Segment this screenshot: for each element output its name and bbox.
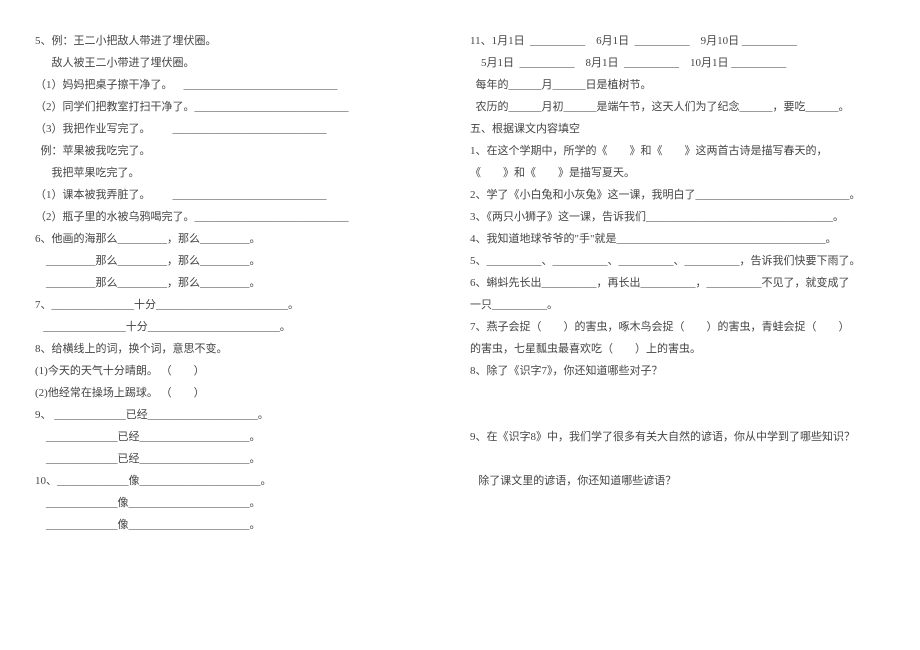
text-line: 的害虫，七星瓢虫最喜欢吃（ ）上的害虫。 (470, 338, 885, 360)
text-line: 9、 _____________已经____________________。 (35, 404, 435, 426)
text-line: 6、他画的海那么_________，那么_________。 (35, 228, 435, 250)
text-line: 3、《两只小狮子》这一课，告诉我们_______________________… (470, 206, 885, 228)
text-line (470, 514, 885, 536)
text-line: （2）同学们把教室打扫干净了。_________________________… (35, 96, 435, 118)
text-line: 9、在《识字8》中，我们学了很多有关大自然的谚语，你从中学到了哪些知识？ (470, 426, 885, 448)
text-line: _________那么_________，那么_________。 (35, 250, 435, 272)
text-line (470, 492, 885, 514)
text-line: _______________十分_______________________… (35, 316, 435, 338)
text-line: _____________已经____________________。 (35, 448, 435, 470)
text-line: 除了课文里的谚语，你还知道哪些谚语？ (470, 470, 885, 492)
text-line: 敌人被王二小带进了埋伏圈。 (35, 52, 435, 74)
text-line: _________那么_________，那么_________。 (35, 272, 435, 294)
text-line: 8、除了《识字7》，你还知道哪些对子？ (470, 360, 885, 382)
text-line: 5、例：王二小把敌人带进了埋伏圈。 (35, 30, 435, 52)
right-column: 11、1月1日 __________ 6月1日 __________ 9月10日… (460, 30, 885, 620)
text-line: 五、根据课文内容填空 (470, 118, 885, 140)
text-line: 例：苹果被我吃完了。 (35, 140, 435, 162)
text-line: 8、给横线上的词，换个词，意思不变。 (35, 338, 435, 360)
text-line: (1)今天的天气十分晴朗。 （ ） (35, 360, 435, 382)
text-line: 我把苹果吃完了。 (35, 162, 435, 184)
text-line: 一只__________。 (470, 294, 885, 316)
text-line: 5月1日 __________ 8月1日 __________ 10月1日 __… (470, 52, 885, 74)
text-line (470, 404, 885, 426)
text-line: （2）瓶子里的水被乌鸦喝完了。_________________________… (35, 206, 435, 228)
text-line (470, 382, 885, 404)
text-line: （3）我把作业写完了。 ____________________________ (35, 118, 435, 140)
text-line: _____________已经____________________。 (35, 426, 435, 448)
text-line: 11、1月1日 __________ 6月1日 __________ 9月10日… (470, 30, 885, 52)
text-line: （1）课本被我弄脏了。 ____________________________ (35, 184, 435, 206)
text-line: 6、蝌蚪先长出__________，再长出__________，________… (470, 272, 885, 294)
text-line: 《 》和《 》是描写夏天。 (470, 162, 885, 184)
text-line: _____________像______________________。 (35, 514, 435, 536)
text-line (470, 448, 885, 470)
text-line: 4、我知道地球爷爷的"手"就是_________________________… (470, 228, 885, 250)
text-line: 7、_______________十分_____________________… (35, 294, 435, 316)
text-line: 农历的______月初______是端午节，这天人们为了纪念______，要吃_… (470, 96, 885, 118)
text-line: 每年的______月______日是植树节。 (470, 74, 885, 96)
text-line: 10、_____________像______________________。 (35, 470, 435, 492)
left-column: 5、例：王二小把敌人带进了埋伏圈。 敌人被王二小带进了埋伏圈。 （1）妈妈把桌子… (35, 30, 460, 620)
text-line: 5、__________、__________、__________、_____… (470, 250, 885, 272)
text-line: 2、学了《小白兔和小灰兔》这一课，我明白了___________________… (470, 184, 885, 206)
text-line: 7、燕子会捉（ ）的害虫，啄木鸟会捉（ ）的害虫，青蛙会捉（ ） (470, 316, 885, 338)
text-line: (2)他经常在操场上踢球。 （ ） (35, 382, 435, 404)
text-line: （1）妈妈把桌子擦干净了。 __________________________… (35, 74, 435, 96)
text-line: _____________像______________________。 (35, 492, 435, 514)
text-line: 1、在这个学期中，所学的《 》和《 》这两首古诗是描写春天的， (470, 140, 885, 162)
